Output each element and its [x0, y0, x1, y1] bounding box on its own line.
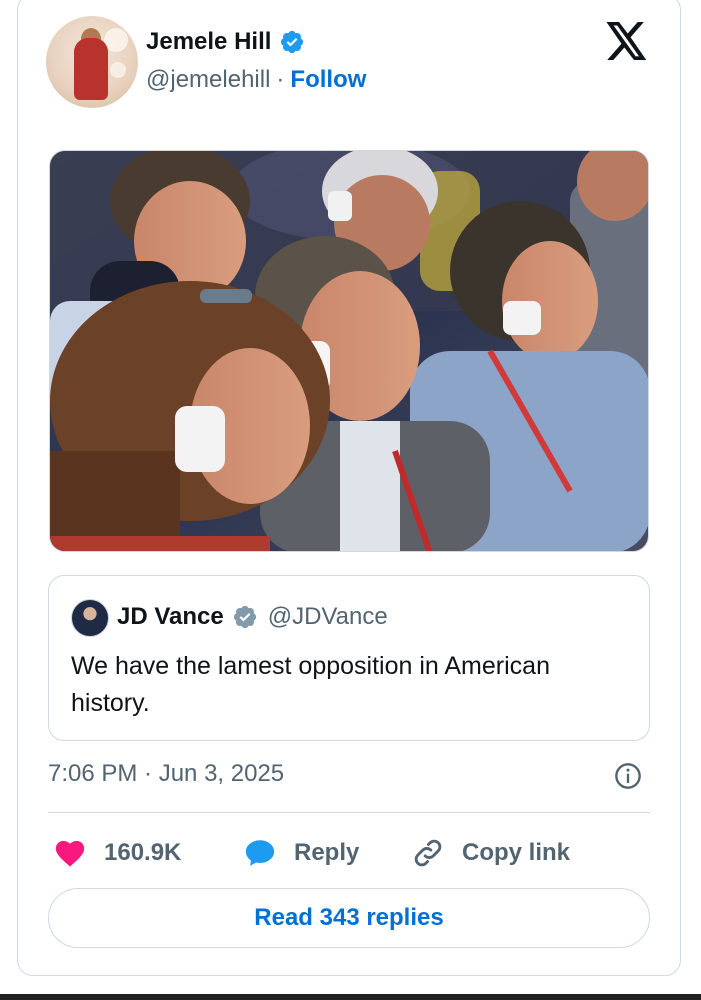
photo-illustration: [50, 151, 648, 551]
read-replies-button[interactable]: Read 343 replies: [48, 888, 650, 948]
copy-link-button[interactable]: Copy link: [410, 836, 570, 870]
quoted-tweet-text: We have the lamest opposition in America…: [71, 652, 550, 717]
info-icon[interactable]: [614, 762, 642, 790]
follow-button[interactable]: Follow: [290, 66, 366, 94]
like-count: 160.9K: [104, 839, 182, 866]
quoted-tweet[interactable]: JD Vance @JDVance We have the lamest opp…: [48, 575, 650, 741]
copy-link-label: Copy link: [462, 839, 571, 866]
author-handle[interactable]: @jemelehill: [146, 66, 270, 94]
author-avatar[interactable]: [46, 16, 138, 108]
author-name-row: Jemele Hill: [146, 28, 305, 56]
link-icon: [414, 839, 442, 867]
reply-button[interactable]: Reply: [242, 836, 359, 870]
x-logo-icon[interactable]: [606, 22, 648, 60]
quoted-author-avatar[interactable]: [71, 599, 109, 637]
quoted-author-row: JD Vance @JDVance: [117, 603, 388, 631]
verified-badge-icon: [281, 30, 304, 54]
like-button[interactable]: 160.9K: [52, 836, 181, 870]
reply-label: Reply: [294, 839, 360, 866]
bottom-edge: [0, 994, 701, 1000]
tweet-timestamp[interactable]: 7:06 PM · Jun 3, 2025: [48, 760, 284, 788]
verified-badge-icon: [233, 605, 256, 629]
tweet-photo[interactable]: [49, 150, 649, 552]
author-name[interactable]: Jemele Hill: [146, 28, 271, 56]
quoted-author-name[interactable]: JD Vance: [117, 603, 224, 631]
author-handle-row: @jemelehill · Follow: [146, 66, 366, 94]
separator-dot: ·: [276, 66, 285, 93]
heart-icon: [55, 840, 85, 867]
divider: [48, 812, 650, 813]
speech-bubble-icon: [245, 840, 275, 866]
quoted-author-handle[interactable]: @JDVance: [268, 603, 388, 631]
